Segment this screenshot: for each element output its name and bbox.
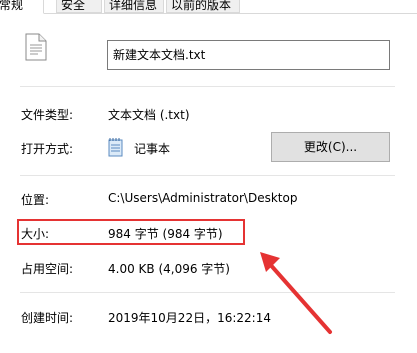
- location-value: C:\Users\Administrator\Desktop: [108, 191, 298, 205]
- file-type-value: 文本文档 (.txt): [108, 108, 190, 122]
- text-file-icon: [25, 33, 47, 61]
- divider: [20, 86, 395, 87]
- size-highlight-box: [17, 219, 245, 245]
- file-name-input[interactable]: 新建文本文档.txt: [107, 40, 390, 70]
- created-label: 创建时间:: [21, 311, 74, 325]
- annotation-arrow-icon: [260, 252, 332, 334]
- tab-previous-versions[interactable]: 以前的版本: [166, 0, 240, 13]
- tab-divider: [0, 13, 417, 14]
- notepad-icon: [108, 138, 123, 157]
- disk-size-value: 4.00 KB (4,096 字节): [108, 262, 230, 276]
- tab-general[interactable]: 常规: [0, 0, 44, 14]
- location-label: 位置:: [21, 193, 50, 207]
- open-with-label: 打开方式:: [21, 142, 74, 156]
- created-value: 2019年10月22日，16:22:14: [108, 311, 271, 325]
- tab-bar: 常规 安全 详细信息 以前的版本: [0, 0, 417, 14]
- change-button[interactable]: 更改(C)...: [271, 132, 390, 162]
- tab-security[interactable]: 安全: [56, 0, 102, 13]
- divider: [20, 175, 395, 176]
- open-with-value: 记事本: [134, 142, 171, 156]
- file-type-label: 文件类型:: [21, 108, 74, 122]
- disk-size-label: 占用空间:: [21, 262, 74, 276]
- modified-label-partial: [21, 339, 25, 353]
- tab-details[interactable]: 详细信息: [104, 0, 164, 13]
